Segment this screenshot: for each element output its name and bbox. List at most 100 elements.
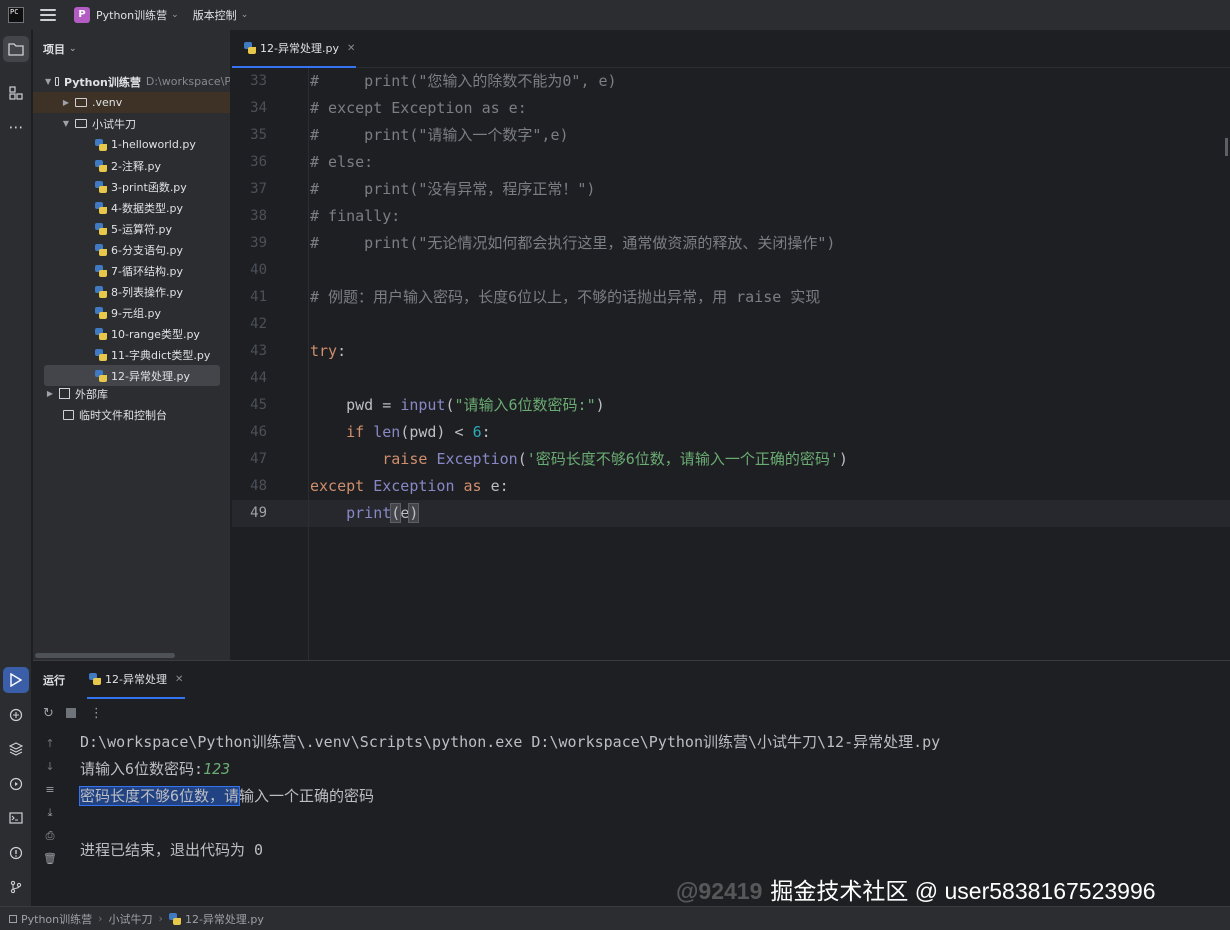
file-item[interactable]: 3-print函数.py <box>33 176 230 197</box>
print-icon[interactable]: ⎙ <box>41 829 59 843</box>
chevron-down-icon[interactable]: ⌄ <box>69 44 77 54</box>
code-line[interactable]: 49 print(e) <box>232 500 1230 527</box>
code-line[interactable]: 43 try: <box>232 338 1230 365</box>
expand-arrow-icon[interactable]: ▼ <box>45 77 51 86</box>
folder-icon <box>75 98 87 107</box>
code-text: # print("无论情况如何都会执行这里，通常做资源的释放、关闭操作") <box>310 230 835 257</box>
code-line[interactable]: 38 # finally: <box>232 203 1230 230</box>
file-item[interactable]: 8-列表操作.py <box>33 281 230 302</box>
python-console-icon[interactable] <box>3 702 29 728</box>
code-line[interactable]: 39 # print("无论情况如何都会执行这里，通常做资源的释放、关闭操作") <box>232 230 1230 257</box>
code-editor[interactable]: 33 # print("您输入的除数不能为0", e) 34 # except Exc… <box>232 68 1230 660</box>
code-line[interactable]: 45 pwd = input("请输入6位数密码:") <box>232 392 1230 419</box>
run-tab[interactable]: 12-异常处理 ✕ <box>87 661 186 699</box>
library-icon <box>59 388 70 399</box>
close-icon[interactable]: ✕ <box>347 43 355 54</box>
tree-item-folder[interactable]: ▼ 小试牛刀 <box>33 113 230 134</box>
run-tool-window: 运行 12-异常处理 ✕ ↻ ⋮ ↑ ↓ ≡ ⤓ ⎙ 🗑 D:\workspac… <box>33 660 1230 906</box>
file-item[interactable]: 5-运算符.py <box>33 218 230 239</box>
line-number: 41 <box>250 289 267 305</box>
close-icon[interactable]: ✕ <box>175 674 183 685</box>
vertical-scrollbar[interactable] <box>1225 138 1228 156</box>
file-item[interactable]: 9-元组.py <box>33 302 230 323</box>
code-line[interactable]: 37 # print("没有异常，程序正常！") <box>232 176 1230 203</box>
project-switcher[interactable]: Python训练营 <box>96 7 167 23</box>
python-packages-icon[interactable] <box>3 736 29 762</box>
code-line[interactable]: 46 if len(pwd) < 6: <box>232 419 1230 446</box>
collapse-arrow-icon[interactable]: ▶ <box>45 389 55 398</box>
tree-root[interactable]: ▼ Python训练营 D:\workspace\P <box>33 71 230 92</box>
file-label: 5-运算符.py <box>111 222 172 236</box>
code-line[interactable]: 35 # print("请输入一个数字",e) <box>232 122 1230 149</box>
scroll-to-end-icon[interactable]: ⤓ <box>41 806 59 820</box>
more-options-icon[interactable]: ⋮ <box>90 706 103 721</box>
project-tool-icon[interactable] <box>3 36 29 62</box>
breadcrumb-project[interactable]: Python训练营 <box>21 911 92 927</box>
python-file-icon <box>95 180 107 193</box>
problems-icon[interactable] <box>3 840 29 866</box>
file-item[interactable]: 7-循环结构.py <box>33 260 230 281</box>
code-line[interactable]: 44 <box>232 365 1230 392</box>
code-text: # print("请输入一个数字",e) <box>310 122 569 149</box>
line-number: 38 <box>250 208 267 224</box>
expand-arrow-icon[interactable]: ▼ <box>61 119 71 128</box>
file-item[interactable]: 4-数据类型.py <box>33 197 230 218</box>
chevron-down-icon[interactable]: ⌄ <box>171 10 179 20</box>
code-comment: # print("无论情况如何都会执行这里，通常做资源的释放、关闭操作") <box>310 234 836 252</box>
structure-tool-icon[interactable] <box>3 80 29 106</box>
terminal-icon[interactable] <box>3 805 29 831</box>
code-text: raise Exception('密码长度不够6位数，请输入一个正确的密码') <box>310 446 848 473</box>
project-panel: 项目 ⌄ ▼ Python训练营 D:\workspace\P ▶ .venv … <box>33 30 231 660</box>
file-label: 3-print函数.py <box>111 180 187 194</box>
file-item[interactable]: 1-helloworld.py <box>33 134 230 155</box>
code-text: # finally: <box>310 203 400 230</box>
editor-tab-active[interactable]: 12-异常处理.py ✕ <box>232 30 356 68</box>
code-line[interactable]: 40 <box>232 257 1230 284</box>
breadcrumb-file[interactable]: 12-异常处理.py <box>185 911 264 927</box>
file-item[interactable]: 2-注释.py <box>33 155 230 176</box>
python-file-icon <box>95 264 107 277</box>
code-line[interactable]: 42 <box>232 311 1230 338</box>
tree-item-scratches[interactable]: 临时文件和控制台 <box>33 404 230 425</box>
line-number: 42 <box>250 316 267 332</box>
breadcrumb-separator: › <box>158 912 163 925</box>
code-line[interactable]: 34 # except Exception as e: <box>232 95 1230 122</box>
services-icon[interactable] <box>3 771 29 797</box>
horizontal-scrollbar[interactable] <box>35 653 175 658</box>
line-number: 46 <box>250 424 267 440</box>
code-line[interactable]: 36 # else: <box>232 149 1230 176</box>
project-badge-icon[interactable]: P <box>74 7 90 23</box>
run-tab-label: 12-异常处理 <box>105 673 167 686</box>
left-tool-strip: ⋯ <box>0 30 32 906</box>
console-prompt-line: 请输入6位数密码:123 <box>80 756 230 783</box>
file-item[interactable]: 10-range类型.py <box>33 323 230 344</box>
more-tools-icon[interactable]: ⋯ <box>3 114 29 140</box>
chevron-down-icon[interactable]: ⌄ <box>241 10 249 20</box>
status-bar: Python训练营 › 小试牛刀 › 12-异常处理.py <box>0 906 1230 930</box>
code-text: # print("您输入的除数不能为0", e) <box>310 68 617 95</box>
git-icon[interactable] <box>3 874 29 900</box>
tree-item-external-libs[interactable]: ▶ 外部库 <box>33 383 230 404</box>
scroll-down-icon[interactable]: ↓ <box>41 760 59 773</box>
file-item[interactable]: 6-分支语句.py <box>33 239 230 260</box>
trash-icon[interactable]: 🗑 <box>41 852 59 865</box>
project-icon <box>9 914 17 923</box>
collapse-arrow-icon[interactable]: ▶ <box>61 98 71 107</box>
code-keyword: as <box>463 477 482 495</box>
vcs-menu[interactable]: 版本控制 <box>193 7 237 23</box>
code-keyword: if <box>346 423 365 441</box>
main-menu-icon[interactable] <box>40 9 56 21</box>
file-item[interactable]: 11-字典dict类型.py <box>33 344 230 365</box>
code-line[interactable]: 33 # print("您输入的除数不能为0", e) <box>232 68 1230 95</box>
scroll-up-icon[interactable]: ↑ <box>41 737 59 750</box>
stop-icon[interactable] <box>65 708 76 718</box>
code-line[interactable]: 41 # 例题：用户输入密码，长度6位以上，不够的话抛出异常，用 raise 实现 <box>232 284 1230 311</box>
rerun-icon[interactable]: ↻ <box>43 706 54 721</box>
soft-wrap-icon[interactable]: ≡ <box>41 783 59 796</box>
tree-item-venv[interactable]: ▶ .venv <box>33 92 230 113</box>
run-tool-icon[interactable] <box>3 667 29 693</box>
project-panel-header[interactable]: 项目 ⌄ <box>33 30 230 68</box>
code-line[interactable]: 48 except Exception as e: <box>232 473 1230 500</box>
breadcrumb-folder[interactable]: 小试牛刀 <box>109 911 153 927</box>
code-line[interactable]: 47 raise Exception('密码长度不够6位数，请输入一个正确的密码… <box>232 446 1230 473</box>
